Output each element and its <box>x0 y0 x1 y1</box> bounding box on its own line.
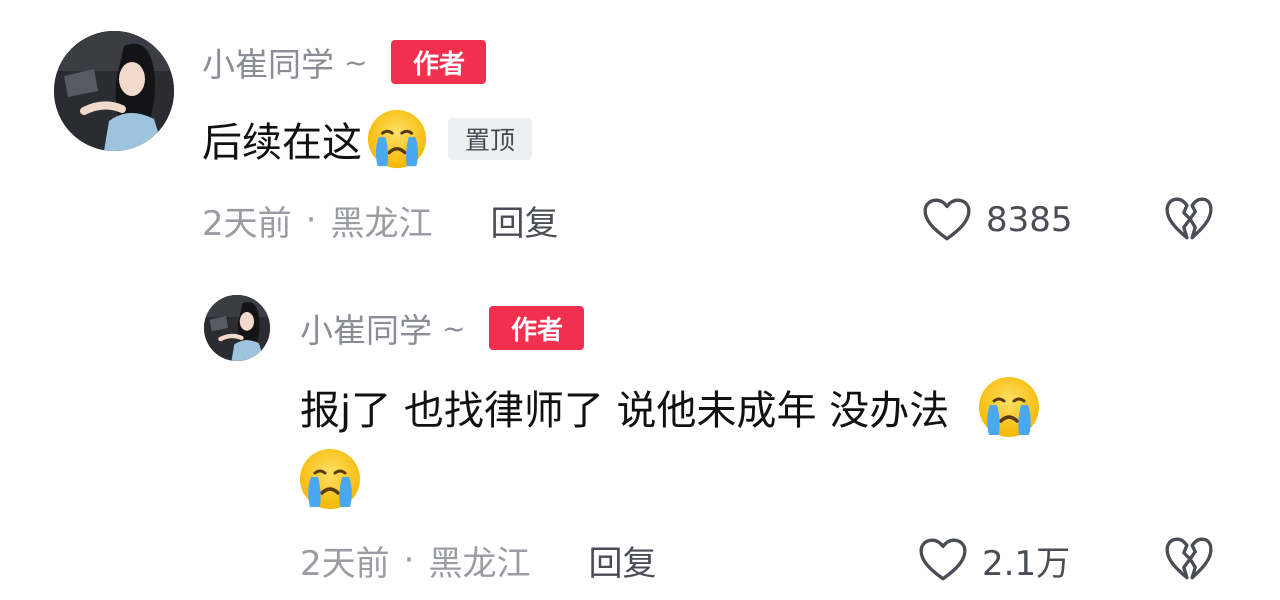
avatar[interactable] <box>54 31 174 151</box>
heart-icon <box>922 197 972 243</box>
broken-heart-icon[interactable] <box>1164 196 1214 242</box>
comment-thread: 小崔同学 ~ 作者 后续在这 置顶 2天前 · 黑龙江 回复 8385 小崔同学… <box>0 0 1280 600</box>
location: 黑龙江 <box>428 543 531 584</box>
comment-header: 小崔同学 ~ 作者 <box>202 38 487 86</box>
comment-text-line: 报j了 也找律师了 说他未成年 没办法 <box>300 374 1041 440</box>
author-badge: 作者 <box>391 40 487 84</box>
separator: · <box>305 200 317 240</box>
comment-header: 小崔同学 ~ 作者 <box>300 304 585 352</box>
timestamp: 2天前 <box>202 203 292 244</box>
username[interactable]: 小崔同学 <box>202 38 334 86</box>
like-count: 8385 <box>986 200 1073 240</box>
comment-meta: 2天前 · 黑龙江 回复 <box>202 196 558 244</box>
expand-icon[interactable]: ~ <box>442 312 465 345</box>
expand-icon[interactable]: ~ <box>344 46 367 79</box>
broken-heart-icon[interactable] <box>1164 536 1214 582</box>
crying-face-icon <box>298 447 362 511</box>
username[interactable]: 小崔同学 <box>300 304 432 352</box>
like-count: 2.1万 <box>982 543 1071 584</box>
like-button[interactable]: 2.1万 <box>918 536 1070 584</box>
reply-button[interactable]: 回复 <box>490 196 558 245</box>
reply-button[interactable]: 回复 <box>588 536 656 585</box>
location: 黑龙江 <box>330 203 433 244</box>
comment-text-line-2 <box>298 446 362 512</box>
comment-text: 报j了 也找律师了 说他未成年 没办法 <box>300 388 950 434</box>
author-badge: 作者 <box>489 306 585 350</box>
timestamp: 2天前 <box>300 543 390 584</box>
separator: · <box>403 540 415 580</box>
crying-face-icon <box>366 108 428 170</box>
reply-item: 小崔同学 ~ 作者 报j了 也找律师了 说他未成年 没办法 2天前 · 黑龙江 … <box>0 270 1280 600</box>
comment-item: 小崔同学 ~ 作者 后续在这 置顶 2天前 · 黑龙江 回复 8385 <box>0 0 1280 260</box>
like-button[interactable]: 8385 <box>922 196 1073 244</box>
avatar[interactable] <box>204 295 270 361</box>
heart-icon <box>918 537 968 583</box>
comment-meta: 2天前 · 黑龙江 回复 <box>300 536 656 584</box>
crying-face-icon <box>977 375 1041 439</box>
comment-text: 后续在这 <box>202 120 362 166</box>
pinned-badge: 置顶 <box>448 118 532 160</box>
comment-text-line: 后续在这 置顶 <box>202 108 532 170</box>
